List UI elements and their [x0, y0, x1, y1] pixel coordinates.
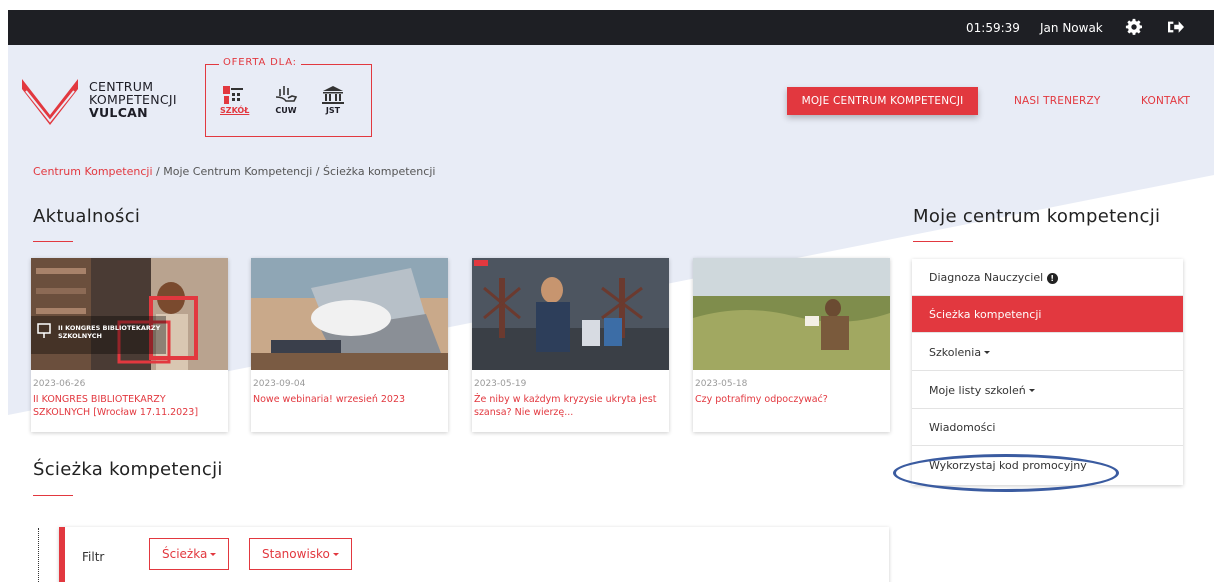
top-bar: 01:59:39 Jan Nowak [8, 10, 1214, 45]
breadcrumb-current: Ścieżka kompetencji [323, 165, 436, 178]
sidebar-item-listy[interactable]: Moje listy szkoleń [912, 372, 1183, 409]
caret-down-icon [210, 553, 217, 556]
gear-icon[interactable] [1125, 18, 1143, 36]
info-icon[interactable]: ! [1046, 273, 1058, 284]
caret-down-icon [332, 553, 339, 556]
sciezka-heading: Ścieżka kompetencji [33, 459, 223, 480]
caret-down-icon [1028, 389, 1035, 392]
session-timer: 01:59:39 [966, 21, 1020, 35]
sidebar-item-szkolenia[interactable]: Szkolenia [912, 334, 1183, 371]
news-heading: Aktualności [33, 206, 141, 227]
news-card-date: 2023-05-18 [695, 379, 748, 389]
news-card[interactable]: 2023-09-04 Nowe webinaria! wrzesień 2023 [251, 258, 448, 432]
offer-szkol-link[interactable]: SZKÓŁ [220, 85, 250, 115]
offer-cuw-label: CUW [275, 106, 297, 115]
breadcrumb-link-home[interactable]: Centrum Kompetencji [33, 165, 153, 178]
news-card-date: 2023-09-04 [253, 379, 306, 389]
brand-name: CENTRUM KOMPETENCJI VULCAN [89, 80, 177, 119]
offer-jst-link[interactable]: JST [319, 85, 347, 115]
news-card-date: 2023-06-26 [33, 379, 86, 389]
filter-sciezka-dropdown[interactable]: Ścieżka [149, 538, 230, 570]
sidebar-item-label: Ścieżka kompetencji [929, 308, 1042, 321]
sidebar-item-label: Wiadomości [929, 421, 996, 434]
filter-stanowisko-dropdown[interactable]: Stanowisko [249, 538, 352, 570]
nav-kontakt-link[interactable]: KONTAKT [1141, 87, 1190, 115]
breadcrumb-separator: / [315, 165, 320, 178]
news-card-image [693, 258, 890, 370]
news-card-image: II KONGRES BIBLIOTEKARZY SZKOLNYCH [31, 258, 228, 370]
hand-icon [275, 86, 298, 102]
news-card[interactable]: 2023-05-18 Czy potrafimy odpoczywać? [693, 258, 890, 432]
news-card[interactable]: II KONGRES BIBLIOTEKARZY SZKOLNYCH 2023-… [31, 258, 228, 432]
news-card-title[interactable]: II KONGRES BIBLIOTEKARZY SZKOLNYCH [Wroc… [33, 393, 223, 419]
offer-cuw-link[interactable]: CUW [272, 85, 300, 115]
government-building-icon [322, 86, 344, 104]
news-card-date: 2023-05-19 [474, 379, 527, 389]
sidebar-item-label: Moje listy szkoleń [929, 384, 1026, 397]
nav-moje-centrum-button[interactable]: MOJE CENTRUM KOMPETENCJI [787, 87, 978, 115]
sidebar-item-label: Szkolenia [929, 346, 982, 359]
sidebar-item-wiadomosci[interactable]: Wiadomości [912, 409, 1183, 446]
news-card-image [472, 258, 669, 370]
sidebar-item-diagnoza[interactable]: Diagnoza Nauczyciel ! [912, 259, 1183, 296]
timeline-line [38, 528, 39, 582]
sidebar-menu: Diagnoza Nauczyciel ! Ścieżka kompetencj… [912, 259, 1183, 485]
filter-stanowisko-label: Stanowisko [262, 547, 330, 561]
site-header: CENTRUM KOMPETENCJI VULCAN OFERTA DLA: S… [8, 45, 1214, 155]
sciezka-heading-underline [33, 495, 73, 496]
annotation-ellipse [893, 454, 1119, 492]
news-card[interactable]: 2023-05-19 Że niby w każdym kryzysie ukr… [472, 258, 669, 432]
nav-trenerzy-link[interactable]: NASI TRENERZY [1014, 87, 1100, 115]
vulcan-logo[interactable] [22, 75, 78, 127]
news-card-image [251, 258, 448, 370]
news-card-overlay-text: II KONGRES BIBLIOTEKARZY SZKOLNYCH [58, 324, 161, 340]
filter-label: Filtr [82, 550, 105, 564]
caret-down-icon [984, 351, 991, 354]
breadcrumb-link-moje[interactable]: Moje Centrum Kompetencji [163, 165, 312, 178]
brand-line-3: VULCAN [89, 105, 148, 120]
offer-jst-label: JST [325, 106, 341, 115]
sidebar-item-label: Diagnoza Nauczyciel [929, 271, 1044, 284]
logout-icon[interactable] [1167, 19, 1185, 35]
news-card-title[interactable]: Nowe webinaria! wrzesień 2023 [253, 393, 443, 406]
filter-bar: Filtr Ścieżka Stanowisko [59, 527, 889, 582]
breadcrumb: Centrum Kompetencji / Moje Centrum Kompe… [33, 165, 435, 178]
news-card-title[interactable]: Że niby w każdym kryzysie ukryta jest sz… [474, 393, 664, 419]
sidebar-heading-underline [913, 241, 953, 242]
sidebar-heading: Moje centrum kompetencji [913, 206, 1161, 227]
offer-box: OFERTA DLA: SZKÓŁ CUW JST [205, 57, 372, 137]
sidebar-item-sciezka[interactable]: Ścieżka kompetencji [912, 296, 1183, 333]
user-name[interactable]: Jan Nowak [1040, 21, 1103, 35]
offer-szkol-label: SZKÓŁ [220, 106, 250, 115]
breadcrumb-separator: / [156, 165, 160, 178]
news-heading-underline [33, 241, 73, 242]
school-icon [223, 86, 243, 104]
offer-legend: OFERTA DLA: [219, 57, 301, 68]
filter-sciezka-label: Ścieżka [162, 547, 208, 561]
news-card-title[interactable]: Czy potrafimy odpoczywać? [695, 393, 885, 406]
